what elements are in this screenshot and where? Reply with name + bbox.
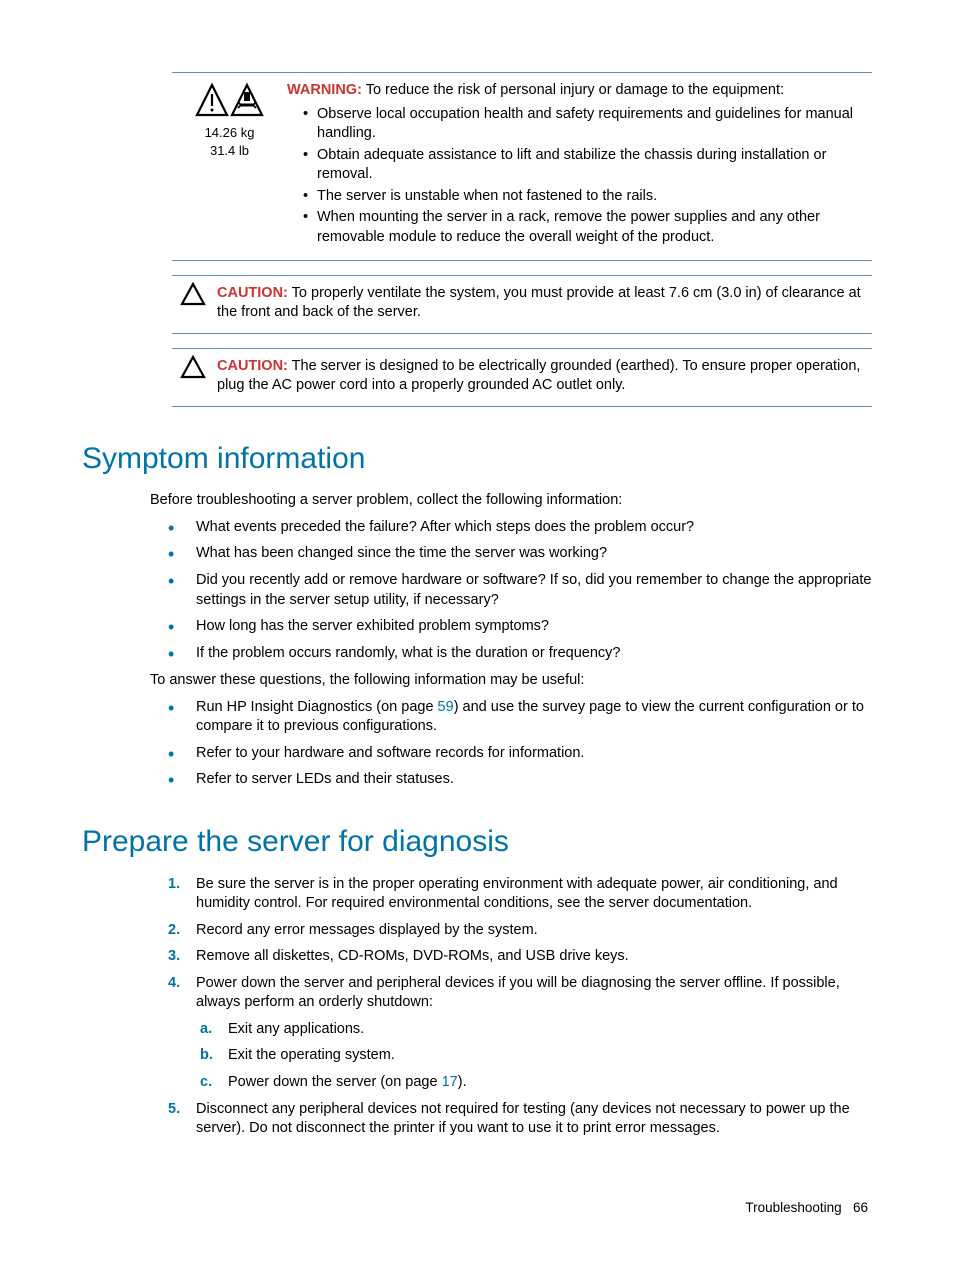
list-item: If the problem occurs randomly, what is … bbox=[168, 644, 872, 664]
weight-kg: 14.26 kg bbox=[172, 124, 287, 142]
symptom-answer-intro: To answer these questions, the following… bbox=[150, 671, 872, 691]
warning-triangle-icon bbox=[172, 81, 287, 124]
heading-symptom-information: Symptom information bbox=[82, 439, 872, 480]
caution-text: To properly ventilate the system, you mu… bbox=[217, 285, 861, 321]
list-item: Disconnect any peripheral devices not re… bbox=[150, 1100, 872, 1139]
symptom-intro: Before troubleshooting a server problem,… bbox=[150, 491, 872, 511]
list-item: Observe local occupation health and safe… bbox=[303, 105, 864, 144]
weight-lb: 31.4 lb bbox=[172, 142, 287, 160]
list-item: Power down the server (on page 17). bbox=[196, 1073, 872, 1093]
list-item: What events preceded the failure? After … bbox=[168, 518, 872, 538]
list-item: Refer to server LEDs and their statuses. bbox=[168, 770, 872, 790]
list-item: Did you recently add or remove hardware … bbox=[168, 571, 872, 610]
caution-icon bbox=[172, 355, 217, 386]
list-item: The server is unstable when not fastened… bbox=[303, 187, 864, 207]
list-item: Refer to your hardware and software reco… bbox=[168, 744, 872, 764]
text: Power down the server (on page bbox=[228, 1074, 442, 1090]
caution-label: CAUTION: bbox=[217, 285, 288, 301]
caution-icon bbox=[172, 282, 217, 313]
list-item: When mounting the server in a rack, remo… bbox=[303, 208, 864, 247]
warning-items: Observe local occupation health and safe… bbox=[287, 105, 864, 248]
list-item: Exit any applications. bbox=[196, 1020, 872, 1040]
list-item: Power down the server and peripheral dev… bbox=[150, 974, 872, 1093]
caution-notice-ventilation: CAUTION: To properly ventilate the syste… bbox=[172, 275, 872, 334]
list-item: Run HP Insight Diagnostics (on page 59) … bbox=[168, 698, 872, 737]
list-item: Remove all diskettes, CD-ROMs, DVD-ROMs,… bbox=[150, 947, 872, 967]
list-item: Be sure the server is in the proper oper… bbox=[150, 875, 872, 914]
warning-label: WARNING: bbox=[287, 82, 362, 98]
caution-label: CAUTION: bbox=[217, 358, 288, 374]
symptom-answers-list: Run HP Insight Diagnostics (on page 59) … bbox=[168, 698, 872, 790]
list-item: Record any error messages displayed by t… bbox=[150, 921, 872, 941]
symptom-questions-list: What events preceded the failure? After … bbox=[168, 518, 872, 663]
text: Run HP Insight Diagnostics (on page bbox=[196, 699, 438, 715]
text: ). bbox=[458, 1074, 467, 1090]
warning-text: To reduce the risk of personal injury or… bbox=[366, 82, 784, 98]
caution-text: The server is designed to be electricall… bbox=[217, 358, 860, 394]
list-item: How long has the server exhibited proble… bbox=[168, 617, 872, 637]
footer-page-number: 66 bbox=[853, 1200, 868, 1215]
footer-section: Troubleshooting bbox=[745, 1200, 841, 1215]
caution-content: CAUTION: The server is designed to be el… bbox=[217, 355, 872, 400]
warning-notice: 14.26 kg 31.4 lb WARNING: To reduce the … bbox=[172, 72, 872, 261]
page-link-59[interactable]: 59 bbox=[438, 699, 454, 715]
warning-icon-column: 14.26 kg 31.4 lb bbox=[172, 79, 287, 159]
list-item: Obtain adequate assistance to lift and s… bbox=[303, 146, 864, 185]
text: Power down the server and peripheral dev… bbox=[196, 975, 840, 1011]
page-link-17[interactable]: 17 bbox=[442, 1074, 458, 1090]
caution-content: CAUTION: To properly ventilate the syste… bbox=[217, 282, 872, 327]
shutdown-substeps: Exit any applications. Exit the operatin… bbox=[196, 1020, 872, 1093]
warning-content: WARNING: To reduce the risk of personal … bbox=[287, 79, 872, 254]
heading-prepare-server: Prepare the server for diagnosis bbox=[82, 822, 872, 863]
prepare-steps-list: Be sure the server is in the proper oper… bbox=[150, 875, 872, 1139]
page-footer: Troubleshooting 66 bbox=[82, 1199, 872, 1217]
list-item: What has been changed since the time the… bbox=[168, 544, 872, 564]
list-item: Exit the operating system. bbox=[196, 1046, 872, 1066]
caution-notice-grounding: CAUTION: The server is designed to be el… bbox=[172, 348, 872, 407]
